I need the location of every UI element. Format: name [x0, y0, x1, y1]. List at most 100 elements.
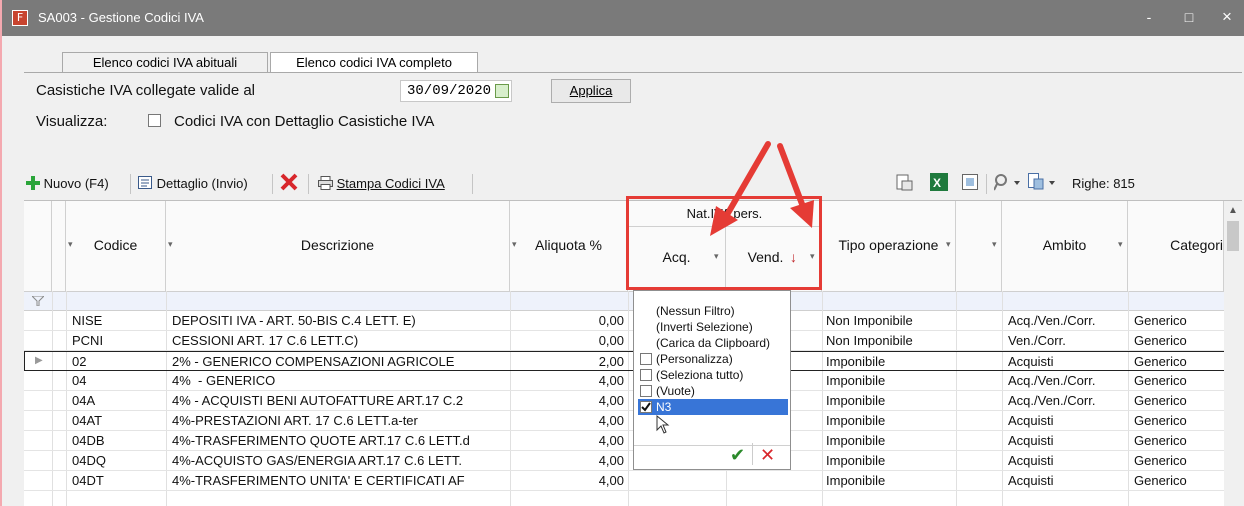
layout-button[interactable] [962, 174, 978, 194]
column-filter-arrow-icon[interactable]: ▾ [1118, 239, 1123, 250]
tab-codici-abituali[interactable]: Elenco codici IVA abituali [62, 52, 268, 72]
filter-option-clipboard[interactable]: (Carica da Clipboard) [638, 335, 788, 351]
cell-categoria: Generico [1134, 354, 1187, 369]
filter-option-nessun-filtro[interactable]: (Nessun Filtro) [638, 303, 788, 319]
column-filter-arrow-icon[interactable]: ▾ [946, 239, 951, 250]
tab-codici-completo[interactable]: Elenco codici IVA completo [270, 52, 478, 72]
delete-button[interactable] [280, 173, 298, 195]
cancel-button[interactable]: ✕ [760, 445, 775, 466]
ok-button[interactable]: ✔ [730, 445, 745, 466]
filter-checkbox-checked[interactable] [640, 401, 652, 413]
cell-ambito: Acquisti [1008, 354, 1054, 369]
column-filter-arrow-icon[interactable]: ▾ [992, 239, 997, 250]
window-title: SA003 - Gestione Codici IVA [38, 10, 204, 25]
excel-icon: X [930, 173, 948, 191]
cell-ambito: Acquisti [1008, 473, 1054, 488]
cell-codice: 04AT [72, 413, 103, 428]
detail-label: Dettaglio (Invio) [156, 176, 248, 191]
detail-button[interactable]: Dettaglio (Invio) [138, 176, 248, 192]
cell-categoria: Generico [1134, 333, 1187, 348]
cell-descrizione: CESSIONI ART. 17 C.6 LETT.C) [172, 333, 359, 348]
tab-panel-border [24, 72, 1242, 73]
table-row[interactable]: 04DT 4%-TRASFERIMENTO UNITA' E CERTIFICA… [24, 471, 1242, 491]
search-button[interactable] [993, 173, 1022, 195]
column-header-categoria[interactable]: Categori [1128, 201, 1224, 291]
app-icon: F [12, 10, 28, 26]
print-button[interactable]: Stampa Codici IVA [318, 176, 445, 192]
cell-codice: NISE [72, 313, 103, 328]
scroll-up-icon[interactable]: ▲ [1228, 205, 1238, 216]
cell-descrizione: 4%-PRESTAZIONI ART. 17 C.6 LETT.a-ter [172, 413, 418, 428]
column-header-codice[interactable]: ▾ Codice [66, 201, 166, 291]
maximize-button[interactable]: □ [1178, 6, 1200, 28]
minimize-button[interactable]: - [1138, 6, 1160, 28]
cell-descrizione: 4% - ACQUISTI BENI AUTOFATTURE ART.17 C.… [172, 393, 464, 408]
checkmark-icon [641, 402, 651, 412]
filter-option-label: N3 [656, 400, 672, 414]
filter-checkbox[interactable] [640, 353, 652, 365]
add-icon [26, 176, 40, 190]
layout-icon [962, 174, 978, 190]
dettaglio-checkbox[interactable] [148, 114, 161, 127]
filter-option-label: (Vuote) [656, 384, 695, 398]
excel-button[interactable]: X [930, 173, 948, 195]
column-filter-popup: (Nessun Filtro) (Inverti Selezione) (Car… [633, 290, 791, 470]
cell-categoria: Generico [1134, 473, 1187, 488]
cell-aliquota: 4,00 [598, 433, 624, 448]
header-label: Categori [1170, 237, 1223, 253]
cell-codice: 04DQ [72, 453, 106, 468]
cell-tipo: Imponibile [826, 393, 886, 408]
filter-option-n3[interactable]: N3 [638, 399, 788, 415]
column-filter-icon [1028, 173, 1055, 190]
close-button[interactable]: × [1216, 6, 1238, 28]
scrollbar-thumb[interactable] [1227, 221, 1239, 251]
cell-descrizione: 2% - GENERICO COMPENSAZIONI AGRICOLE [172, 354, 455, 369]
date-field[interactable]: 30/09/2020 [400, 80, 512, 102]
cell-aliquota: 4,00 [598, 413, 624, 428]
vertical-scrollbar[interactable]: ▲ [1224, 201, 1242, 506]
column-header-aliquota[interactable]: ▾ Aliquota % [510, 201, 628, 291]
export-button[interactable] [896, 174, 913, 195]
filter-option-inverti[interactable]: (Inverti Selezione) [638, 319, 788, 335]
row-indicator-header [24, 201, 52, 291]
column-filter-button[interactable] [1028, 173, 1058, 195]
cell-ambito: Acq./Ven./Corr. [1008, 393, 1096, 408]
cell-descrizione: 4%-TRASFERIMENTO QUOTE ART.17 C.6 LETT.d [172, 433, 470, 448]
filter-checkbox[interactable] [640, 385, 652, 397]
cell-codice: 04DB [72, 433, 105, 448]
filter-option-personalizza[interactable]: (Personalizza) [638, 351, 788, 367]
new-button[interactable]: Nuovo (F4) [26, 176, 109, 192]
cell-ambito: Acq./Ven./Corr. [1008, 373, 1096, 388]
column-header-tipo-operazione[interactable]: Tipo operazione ▾ [822, 201, 956, 291]
cell-ambito: Acquisti [1008, 413, 1054, 428]
apply-button[interactable]: Applica [551, 79, 631, 103]
toolbar-separator [272, 174, 273, 194]
filter-option-label: (Nessun Filtro) [656, 304, 735, 318]
cell-tipo: Non Imponibile [826, 313, 913, 328]
cell-aliquota: 4,00 [598, 393, 624, 408]
cell-tipo: Imponibile [826, 433, 886, 448]
filter-option-seleziona-tutto[interactable]: (Seleziona tutto) [638, 367, 788, 383]
filter-checkbox[interactable] [640, 369, 652, 381]
column-header-blank[interactable]: ▾ [956, 201, 1002, 291]
filter-option-vuote[interactable]: (Vuote) [638, 383, 788, 399]
header-label: Descrizione [300, 237, 375, 253]
cell-tipo: Imponibile [826, 354, 886, 369]
filter-option-label: (Carica da Clipboard) [656, 336, 771, 350]
rows-count: Righe: 815 [1072, 176, 1135, 191]
calendar-icon[interactable] [495, 84, 509, 98]
cell-descrizione: DEPOSITI IVA - ART. 50-BIS C.4 LETT. E) [172, 313, 416, 328]
cell-categoria: Generico [1134, 373, 1187, 388]
cell-tipo: Non Imponibile [826, 333, 913, 348]
row-indicator-icon: ▶ [35, 355, 43, 366]
search-icon [993, 174, 1020, 191]
tab-label: Elenco codici IVA completo [296, 55, 452, 70]
header-label: Codice [93, 237, 138, 253]
casistiche-label: Casistiche IVA collegate valide al [36, 82, 256, 99]
column-header-descrizione[interactable]: ▾ Descrizione [166, 201, 510, 291]
column-header-ambito[interactable]: Ambito ▾ [1002, 201, 1128, 291]
header-label: Ambito [1042, 237, 1087, 253]
header-label: Tipo operazione [838, 237, 939, 253]
svg-text:X: X [933, 176, 941, 190]
cell-aliquota: 4,00 [598, 473, 624, 488]
